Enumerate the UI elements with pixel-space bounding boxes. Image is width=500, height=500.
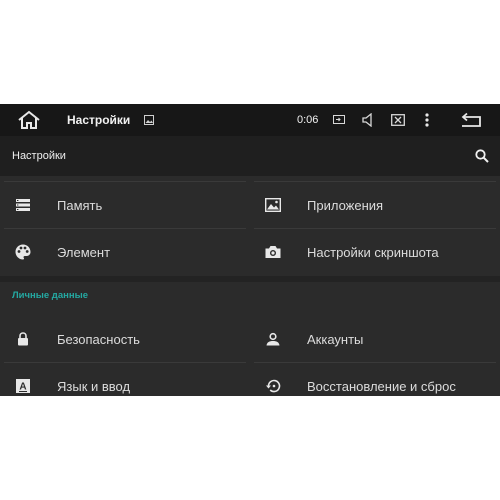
storage-icon (12, 182, 34, 228)
clock: 0:06 (297, 114, 319, 126)
settings-item-label: Безопасность (57, 331, 140, 347)
account-icon (262, 316, 284, 362)
status-bar-title: Настройки (67, 113, 131, 127)
settings-item-accounts[interactable]: Аккаунты (252, 316, 498, 362)
search-icon (475, 149, 489, 163)
volume-icon[interactable] (359, 104, 377, 136)
settings-item-language-input[interactable]: A Язык и ввод (0, 363, 246, 396)
close-box-icon[interactable] (388, 104, 408, 136)
settings-item-label: Элемент (57, 244, 111, 260)
settings-item-label: Настройки скриншота (307, 244, 439, 260)
home-icon (18, 110, 40, 129)
back-button[interactable] (455, 104, 487, 136)
page-title: Настройки (12, 150, 66, 162)
settings-item-label: Память (57, 197, 103, 213)
camera-icon (262, 229, 284, 275)
lock-icon (12, 316, 34, 362)
section-header-personal: Личные данные (12, 290, 88, 301)
overflow-menu-icon[interactable] (418, 104, 436, 136)
restore-icon (262, 363, 284, 396)
screen-icon[interactable] (330, 104, 348, 136)
home-button[interactable] (10, 104, 48, 136)
settings-item-security[interactable]: Безопасность (0, 316, 246, 362)
settings-item-label: Язык и ввод (57, 378, 131, 394)
settings-item-label: Приложения (307, 197, 384, 213)
back-icon (461, 112, 481, 127)
settings-item-backup-reset[interactable]: Восстановление и сброс (252, 363, 498, 396)
settings-item-apps[interactable]: Приложения (252, 182, 498, 228)
android-settings-screen: Настройки 0:06 Настройки Память Приложен… (0, 104, 500, 396)
action-bar: Настройки (0, 136, 500, 176)
language-icon: A (12, 363, 34, 396)
settings-item-label: Восстановление и сброс (307, 378, 456, 394)
search-button[interactable] (470, 136, 494, 176)
settings-item-label: Аккаунты (307, 331, 364, 347)
apps-icon (262, 182, 284, 228)
settings-item-element[interactable]: Элемент (0, 229, 246, 275)
settings-item-screenshot-settings[interactable]: Настройки скриншота (252, 229, 498, 275)
status-bar: Настройки 0:06 (0, 104, 500, 136)
settings-item-storage[interactable]: Память (0, 182, 246, 228)
gallery-icon (143, 104, 155, 136)
palette-icon (12, 229, 34, 275)
section-divider (0, 276, 500, 282)
svg-text:A: A (19, 382, 26, 393)
